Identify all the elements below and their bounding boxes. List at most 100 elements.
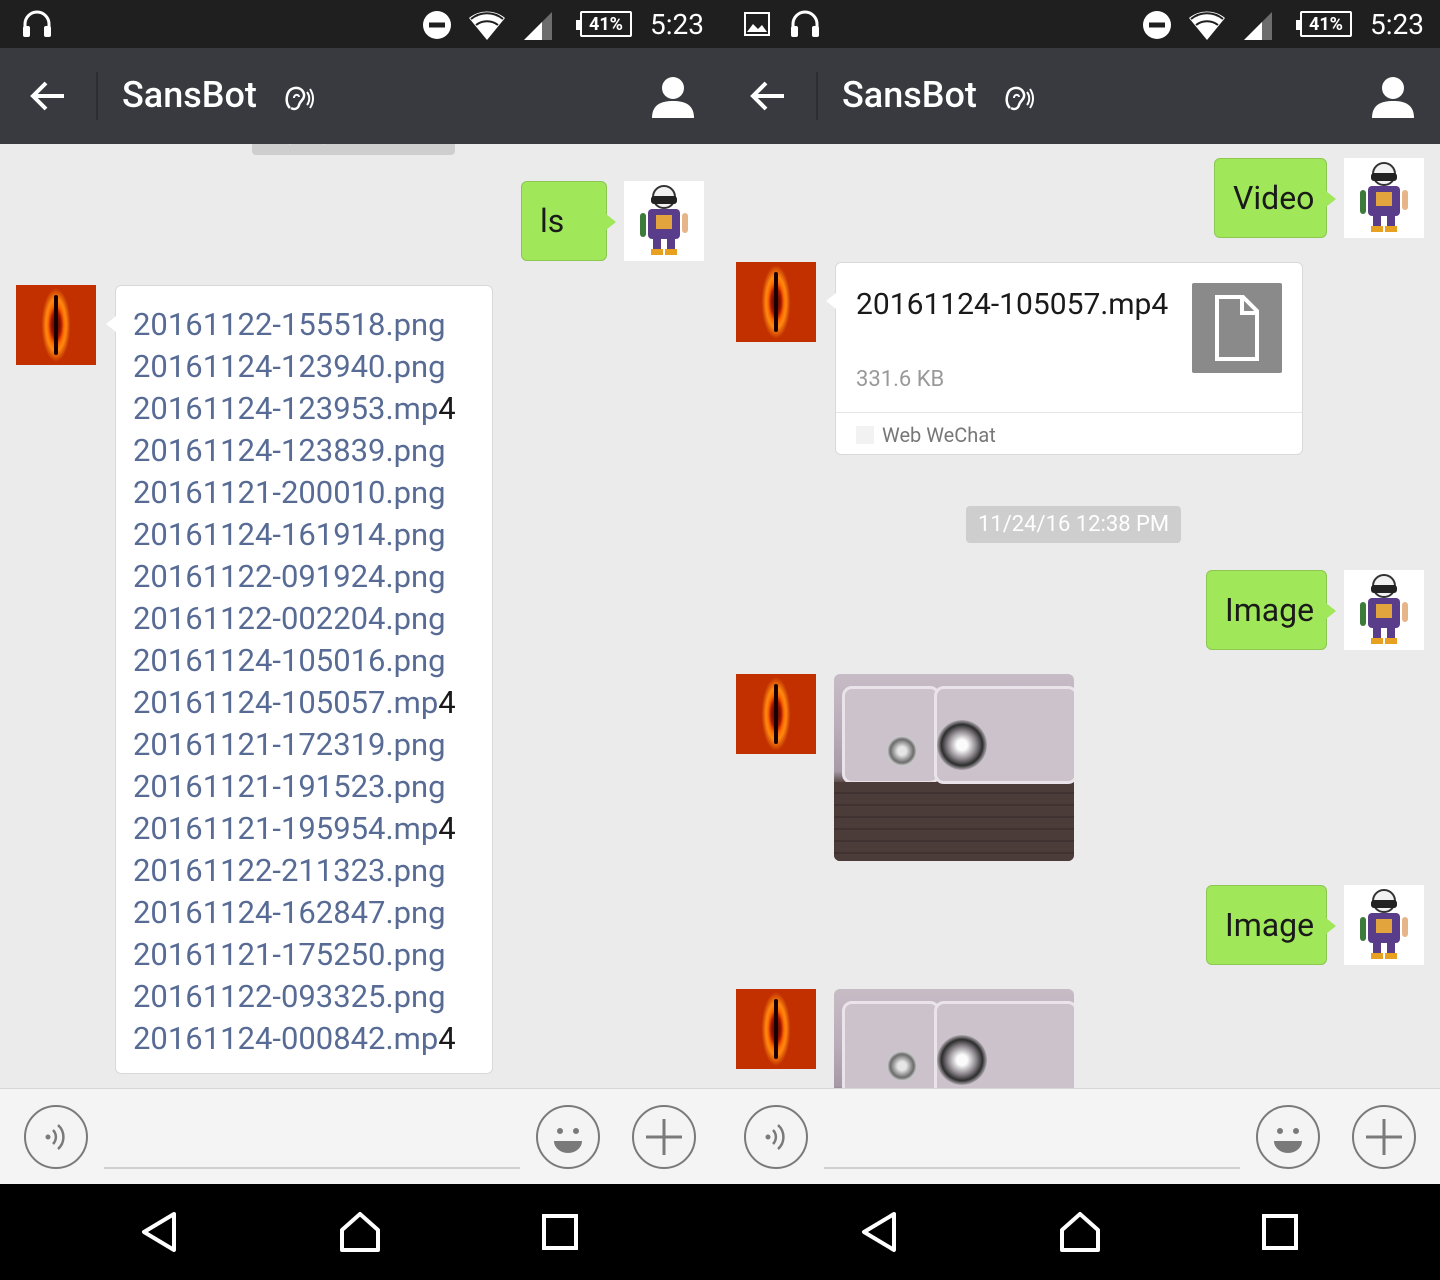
clock: 5:23: [1370, 7, 1424, 41]
status-bar: 41% 5:23: [720, 0, 1440, 48]
chat-toolbar: SansBot: [720, 48, 1440, 144]
my-avatar[interactable]: [1344, 158, 1424, 238]
message-list[interactable]: Video 20161124-105057.mp4 331.6 KB Web W…: [720, 144, 1440, 1088]
signal-icon: [1244, 12, 1272, 40]
robot-avatar-icon: [640, 185, 688, 255]
bot-avatar[interactable]: [736, 262, 816, 342]
chat-pane-right: 41% 5:23 SansBot Video 20161124-105057.m…: [720, 0, 1440, 1184]
my-avatar[interactable]: [1344, 885, 1424, 965]
back-arrow-icon[interactable]: [748, 76, 788, 116]
file-size: 331.6 KB: [856, 367, 945, 392]
profile-icon[interactable]: [650, 74, 696, 120]
chat-toolbar: SansBot: [0, 48, 720, 144]
file-line: 20161124-123940.png: [133, 348, 446, 385]
file-line: 20161124-000842.mp4: [133, 1020, 456, 1057]
battery-icon: 41%: [1296, 11, 1352, 37]
wifi-icon: [469, 11, 505, 40]
headphones-icon: [791, 10, 819, 37]
chat-title: SansBot: [842, 74, 977, 116]
bot-avatar[interactable]: [736, 674, 816, 754]
more-button[interactable]: [1352, 1105, 1416, 1169]
file-line: 20161122-091924.png: [133, 558, 446, 595]
ear-icon[interactable]: [282, 82, 314, 114]
emoji-icon: [1274, 1128, 1302, 1153]
sent-message[interactable]: Image: [1206, 570, 1336, 650]
voice-icon: [45, 1124, 65, 1150]
chat-pane-left: 41% 5:23 SansBot 11/24/16 1:23 PM ls 201…: [0, 0, 720, 1184]
nav-home-icon[interactable]: [336, 1208, 384, 1256]
file-list-message[interactable]: 20161122-155518.png 20161124-123940.png …: [106, 285, 493, 1074]
file-line: 20161124-105016.png: [133, 642, 446, 679]
back-arrow-icon[interactable]: [28, 76, 68, 116]
input-bar: [0, 1088, 720, 1184]
my-avatar[interactable]: [624, 181, 704, 261]
file-line: 20161124-123953.mp4: [133, 390, 456, 427]
image-message[interactable]: [834, 674, 1074, 861]
battery-icon: 41%: [576, 11, 632, 37]
nav-back-icon[interactable]: [136, 1208, 184, 1256]
nav-home-icon[interactable]: [1056, 1208, 1104, 1256]
toolbar-divider: [96, 72, 98, 120]
sent-message-text: Video: [1233, 179, 1315, 217]
nav-back-icon[interactable]: [856, 1208, 904, 1256]
file-line: 20161121-172319.png: [133, 726, 446, 763]
file-line: 20161124-162847.png: [133, 894, 446, 931]
file-line: 20161122-155518.png: [133, 306, 446, 343]
more-button[interactable]: [632, 1105, 696, 1169]
my-avatar[interactable]: [1344, 570, 1424, 650]
source-icon: [856, 426, 874, 444]
file-card-message[interactable]: 20161124-105057.mp4 331.6 KB Web WeChat: [826, 262, 1303, 455]
file-name: 20161124-105057.mp4: [856, 287, 1169, 322]
sent-message[interactable]: ls: [521, 181, 616, 261]
sent-message[interactable]: Image: [1206, 885, 1336, 965]
headphones-icon: [23, 10, 51, 37]
sent-message-text: Image: [1225, 591, 1315, 629]
wifi-icon: [1189, 11, 1225, 40]
robot-avatar-icon: [1360, 574, 1408, 644]
dnd-icon: [423, 11, 451, 39]
file-line: 20161124-161914.png: [133, 516, 446, 553]
timestamp: 11/24/16 1:23 PM: [252, 144, 455, 155]
sent-message[interactable]: Video: [1214, 158, 1336, 238]
input-bar: [720, 1088, 1440, 1184]
voice-button[interactable]: [24, 1105, 88, 1169]
message-input[interactable]: [104, 1167, 520, 1169]
file-line: 20161122-002204.png: [133, 600, 446, 637]
clock: 5:23: [650, 7, 704, 41]
status-bar: 41% 5:23: [0, 0, 720, 48]
file-line: 20161121-195954.mp4: [133, 810, 456, 847]
battery-indicator: 41%: [576, 0, 632, 48]
ear-icon[interactable]: [1002, 82, 1034, 114]
voice-icon: [765, 1124, 785, 1150]
emoji-button[interactable]: [1256, 1105, 1320, 1169]
file-line: 20161121-175250.png: [133, 936, 446, 973]
robot-avatar-icon: [1360, 889, 1408, 959]
message-input[interactable]: [824, 1167, 1240, 1169]
chat-title: SansBot: [122, 74, 257, 116]
plus-icon: [646, 1119, 682, 1155]
profile-icon[interactable]: [1370, 74, 1416, 120]
file-icon: [1192, 283, 1282, 373]
sent-message-text: ls: [540, 202, 565, 240]
file-card-divider: [836, 412, 1302, 413]
gallery-icon: [744, 12, 770, 36]
file-line: 20161124-105057.mp4: [133, 684, 456, 721]
bot-avatar[interactable]: [16, 285, 96, 365]
system-nav-bar: [0, 1184, 1440, 1280]
nav-recents-icon[interactable]: [536, 1208, 584, 1256]
bot-avatar[interactable]: [736, 989, 816, 1069]
nav-recents-icon[interactable]: [1256, 1208, 1304, 1256]
emoji-button[interactable]: [536, 1105, 600, 1169]
voice-button[interactable]: [744, 1105, 808, 1169]
file-line: 20161122-211323.png: [133, 852, 446, 889]
file-source: Web WeChat: [882, 423, 996, 447]
timestamp: 11/24/16 12:38 PM: [966, 506, 1182, 543]
file-line: 20161121-200010.png: [133, 474, 446, 511]
dnd-icon: [1143, 11, 1171, 39]
file-line: 20161124-123839.png: [133, 432, 446, 469]
message-list[interactable]: 11/24/16 1:23 PM ls 20161122-155518.png …: [0, 144, 720, 1088]
file-line: 20161121-191523.png: [133, 768, 446, 805]
toolbar-divider: [816, 72, 818, 120]
image-message[interactable]: [834, 989, 1074, 1088]
plus-icon: [1366, 1119, 1402, 1155]
